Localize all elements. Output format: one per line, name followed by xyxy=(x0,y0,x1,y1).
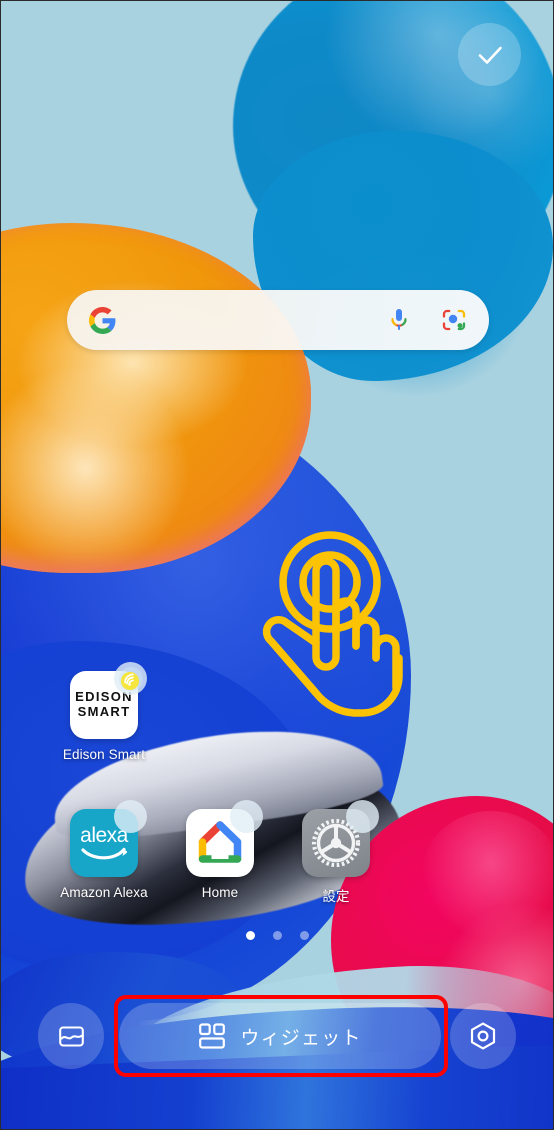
app-label: Amazon Alexa xyxy=(60,885,148,900)
google-g-icon xyxy=(89,306,116,334)
home-editor-dock: ウィジェット xyxy=(1,999,553,1073)
customize-button[interactable] xyxy=(450,1003,516,1069)
blank-badge-icon xyxy=(346,800,379,833)
blank-badge-icon xyxy=(230,800,263,833)
app-amazon-alexa[interactable]: alexa Amazon Alexa xyxy=(46,800,162,900)
google-search-bar[interactable] xyxy=(67,290,489,350)
tap-hand-icon xyxy=(259,513,427,746)
page-dot-3[interactable] xyxy=(299,931,309,940)
app-icon-wrap: alexa xyxy=(70,800,147,877)
wallpaper-icon xyxy=(58,1025,84,1047)
page-dot-2[interactable] xyxy=(272,931,282,940)
app-label: 設定 xyxy=(322,889,350,904)
microphone-icon[interactable] xyxy=(387,307,411,333)
app-label: Edison Smart xyxy=(62,747,146,762)
blank-badge-icon xyxy=(114,800,147,833)
confirm-button[interactable] xyxy=(458,23,521,86)
widgets-icon xyxy=(199,1023,226,1049)
page-dot-1[interactable] xyxy=(245,931,255,940)
amazon-smile-icon xyxy=(81,847,127,859)
hexagon-customize-icon xyxy=(470,1022,496,1050)
wifi-signal-badge-icon xyxy=(114,662,147,695)
app-edison-smart[interactable]: EDISON SMART Edison Smart xyxy=(46,662,162,762)
edison-icon-line2: SMART xyxy=(77,704,131,719)
phone-home-screen: EDISON SMART Edison Smart alexa Amazon A… xyxy=(0,0,554,1130)
check-icon xyxy=(478,46,502,64)
search-input[interactable] xyxy=(130,300,387,340)
widgets-button[interactable]: ウィジェット xyxy=(119,1003,441,1069)
google-lens-icon[interactable] xyxy=(441,307,467,333)
app-label: Home xyxy=(201,885,239,900)
app-settings[interactable]: 設定 xyxy=(278,800,394,905)
app-icon-wrap: EDISON SMART xyxy=(70,662,147,739)
page-indicator xyxy=(1,931,553,940)
app-icon-wrap xyxy=(302,800,379,877)
wallpaper-button[interactable] xyxy=(38,1003,104,1069)
widgets-button-label: ウィジェット xyxy=(240,1027,362,1049)
app-google-home[interactable]: Home xyxy=(162,800,278,900)
app-icon-wrap xyxy=(186,800,263,877)
wallpaper-blob-magenta-highlight xyxy=(421,811,553,941)
